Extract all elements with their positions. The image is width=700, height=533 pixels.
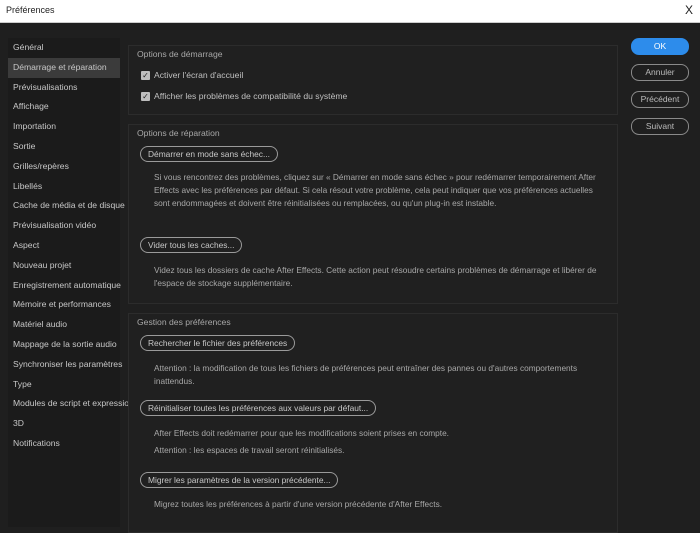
sidebar-item[interactable]: Synchroniser les paramètres — [8, 355, 122, 375]
repair-section: Options de réparation Démarrer en mode s… — [128, 124, 618, 304]
section-title: Gestion des préférences — [137, 317, 231, 327]
find-description: Attention : la modification de tous les … — [154, 363, 578, 386]
reset-warning: Attention : les espaces de travail seron… — [154, 445, 345, 455]
sidebar-item[interactable]: Libellés — [8, 177, 120, 197]
startup-section: Options de démarrage ✓ Activer l'écran d'… — [128, 45, 618, 115]
sidebar-item[interactable]: Type — [8, 375, 120, 395]
window-title: Préférences — [6, 5, 55, 15]
checkbox-label: Activer l'écran d'accueil — [154, 70, 244, 80]
sidebar-item[interactable]: Matériel audio — [8, 315, 120, 335]
reset-description: After Effects doit redémarrer pour que l… — [154, 428, 449, 438]
checkbox-welcome-screen[interactable]: ✓ Activer l'écran d'accueil — [141, 70, 243, 80]
sidebar-item[interactable]: Prévisualisations — [8, 78, 120, 98]
checkbox-label: Afficher les problèmes de compatibilité … — [154, 91, 348, 101]
close-icon[interactable]: X — [685, 3, 693, 17]
migrate-description: Migrez toutes les préférences à partir d… — [154, 499, 443, 509]
clear-cache-description: Videz tous les dossiers de cache After E… — [154, 265, 597, 288]
find-preferences-button[interactable]: Rechercher le fichier des préférences — [140, 335, 296, 351]
sidebar: Général Démarrage et réparation Prévisuali… — [8, 38, 138, 527]
checkbox-compat-issues[interactable]: ✓ Afficher les problèmes de compatibilité… — [141, 91, 347, 101]
sidebar-item[interactable]: Général — [8, 38, 120, 58]
sidebar-item[interactable]: Prévisualisation vidéo — [8, 216, 120, 236]
previous-button[interactable]: Précédent — [631, 91, 689, 108]
sidebar-item[interactable]: Nouveau projet — [8, 256, 120, 276]
sidebar-item[interactable]: Mappage de la sortie audio — [8, 335, 120, 355]
preferences-section: Gestion des préférences Rechercher le fi… — [128, 313, 618, 533]
clear-cache-button[interactable]: Vider tous les caches... — [140, 237, 243, 253]
migrate-settings-button[interactable]: Migrer les paramètres de la version préc… — [140, 472, 339, 488]
sidebar-item[interactable]: Modules de script et expressions — [8, 394, 138, 414]
title-bar: Préférences X — [0, 0, 700, 23]
sidebar-item[interactable]: Aspect — [8, 236, 120, 256]
cancel-button[interactable]: Annuler — [631, 64, 689, 81]
sidebar-item[interactable]: Démarrage et réparation — [8, 57, 120, 78]
safe-mode-description: Si vous rencontrez des problèmes, clique… — [154, 172, 596, 208]
sidebar-item[interactable]: Notifications — [8, 434, 120, 454]
sidebar-item[interactable]: 3D — [8, 414, 120, 434]
checkbox-checked-icon: ✓ — [141, 70, 150, 80]
safe-mode-button[interactable]: Démarrer en mode sans échec... — [140, 146, 278, 162]
sidebar-item[interactable]: Enregistrement automatique — [8, 276, 121, 296]
next-button[interactable]: Suivant — [631, 118, 689, 135]
section-title: Options de démarrage — [137, 49, 223, 59]
ok-button[interactable]: OK — [631, 38, 689, 55]
sidebar-item[interactable]: Grilles/repères — [8, 157, 120, 177]
reset-preferences-button[interactable]: Réinitialiser toutes les préférences aux… — [140, 400, 377, 416]
section-title: Options de réparation — [137, 128, 220, 138]
sidebar-item[interactable]: Affichage — [8, 97, 120, 117]
sidebar-item[interactable]: Cache de média et de disque — [8, 196, 125, 216]
checkbox-checked-icon: ✓ — [141, 91, 150, 101]
sidebar-item[interactable]: Importation — [8, 117, 120, 137]
sidebar-item[interactable]: Mémoire et performances — [8, 295, 120, 315]
sidebar-item[interactable]: Sortie — [8, 137, 120, 157]
